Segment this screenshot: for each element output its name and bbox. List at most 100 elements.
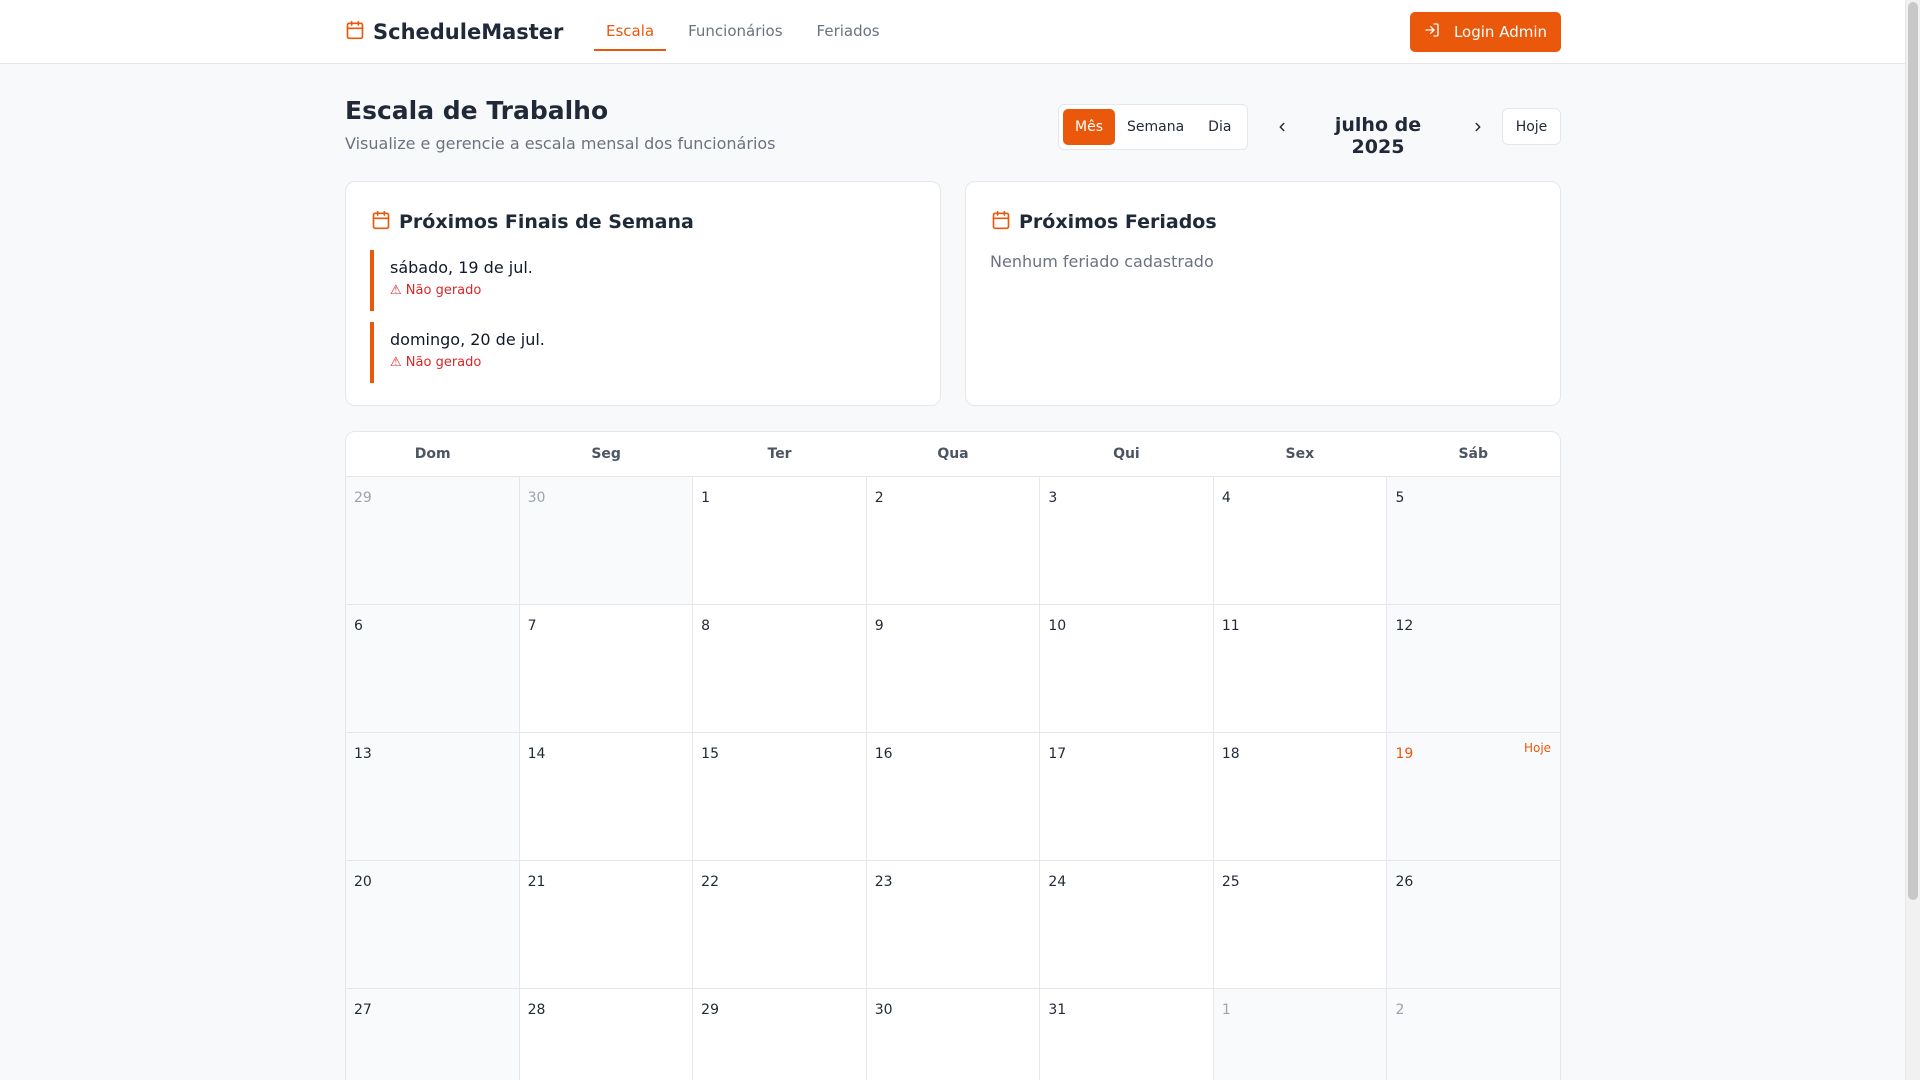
weekday-header: Ter	[767, 446, 792, 462]
day-number: 27	[354, 1002, 372, 1018]
weekend-status: ⚠ Não gerado	[390, 355, 482, 370]
day-number: 8	[701, 618, 711, 634]
day-number: 16	[874, 746, 893, 762]
nav-feriados[interactable]: Feriados	[805, 0, 892, 51]
calendar-week: 13 14 15 16 17 18 19 Hoje	[346, 733, 1560, 861]
calendar-week: 20 21 22 23 24 25 26	[346, 861, 1560, 989]
weekday-header: Sex	[1285, 446, 1315, 462]
calendar-day-today[interactable]: 19 Hoje	[1387, 733, 1560, 860]
today-button[interactable]: Hoje	[1502, 108, 1561, 145]
calendar-day[interactable]: 29	[693, 989, 867, 1080]
calendar-day[interactable]: 15	[693, 733, 867, 860]
day-number: 21	[527, 874, 546, 890]
calendar-day[interactable]: 6	[346, 605, 520, 732]
day-number: 22	[701, 874, 719, 890]
brand-name: ScheduleMaster	[373, 20, 564, 44]
month-calendar: Dom Seg Ter Qua Qui Sex Sáb 29 30 1 2 3 …	[345, 431, 1561, 1080]
calendar-day[interactable]: 20	[346, 861, 520, 988]
nav-escala[interactable]: Escala	[594, 0, 667, 51]
calendar-day[interactable]: 12	[1387, 605, 1560, 732]
calendar-day[interactable]: 9	[866, 605, 1041, 732]
top-navbar: ScheduleMaster Escala Funcionários Feria…	[0, 0, 1905, 64]
calendar-day[interactable]: 13	[346, 733, 520, 860]
calendar-icon	[371, 210, 391, 234]
calendar-day[interactable]: 2	[1387, 989, 1560, 1080]
nav-funcionarios[interactable]: Funcionários	[676, 0, 794, 51]
calendar-day[interactable]: 1	[693, 477, 867, 604]
day-number: 1	[701, 490, 711, 506]
main-nav: Escala Funcionários Feriados	[594, 0, 902, 64]
login-admin-label: Login Admin	[1453, 23, 1548, 41]
calendar-day[interactable]: 22	[693, 861, 867, 988]
calendar-day[interactable]: 16	[866, 733, 1041, 860]
card-header: Próximos Feriados	[991, 210, 1217, 234]
calendar-day[interactable]: 17	[1040, 733, 1214, 860]
calendar-day[interactable]: 11	[1213, 605, 1388, 732]
calendar-day[interactable]: 10	[1040, 605, 1214, 732]
day-number: 6	[354, 618, 363, 634]
today-badge: Hoje	[1523, 741, 1552, 755]
calendar-day[interactable]: 27	[346, 989, 520, 1080]
day-number: 9	[874, 618, 884, 634]
calendar-weekday-header: Dom Seg Ter Qua Qui Sex Sáb	[346, 432, 1560, 477]
day-number: 1	[1221, 1002, 1231, 1018]
upcoming-holidays-card: Próximos Feriados Nenhum feriado cadastr…	[965, 181, 1561, 406]
next-month-button[interactable]	[1466, 115, 1490, 139]
day-number: 3	[1048, 490, 1058, 506]
calendar-week: 27 28 29 30 31 1 2	[346, 989, 1560, 1080]
calendar-day[interactable]: 30	[519, 477, 694, 604]
calendar-day[interactable]: 28	[519, 989, 694, 1080]
calendar-day[interactable]: 30	[866, 989, 1041, 1080]
day-number: 19	[1395, 746, 1414, 762]
day-number: 10	[1048, 618, 1067, 634]
day-number: 2	[874, 490, 884, 506]
calendar-day[interactable]: 3	[1040, 477, 1214, 604]
brand[interactable]: ScheduleMaster	[345, 20, 563, 44]
calendar-day[interactable]: 1	[1213, 989, 1388, 1080]
view-month-button[interactable]: Mês	[1063, 109, 1115, 145]
calendar-day[interactable]: 2	[866, 477, 1041, 604]
card-header: Próximos Finais de Semana	[371, 210, 694, 234]
calendar-day[interactable]: 21	[519, 861, 694, 988]
login-admin-button[interactable]: Login Admin	[1410, 12, 1561, 52]
day-number: 24	[1048, 874, 1067, 890]
calendar-day[interactable]: 14	[519, 733, 694, 860]
upcoming-weekends-card: Próximos Finais de Semana sábado, 19 de …	[345, 181, 941, 406]
calendar-day[interactable]: 23	[866, 861, 1041, 988]
calendar-day[interactable]: 8	[693, 605, 867, 732]
calendar-day[interactable]: 26	[1387, 861, 1560, 988]
weekday-header: Qua	[937, 446, 969, 462]
day-number: 12	[1395, 618, 1414, 634]
weekend-item[interactable]: sábado, 19 de jul. ⚠ Não gerado	[370, 250, 910, 311]
day-number: 5	[1395, 490, 1405, 506]
page-scrollbar[interactable]	[1905, 0, 1920, 1080]
day-number: 25	[1221, 874, 1240, 890]
calendar-day[interactable]: 5	[1387, 477, 1560, 604]
day-number: 30	[874, 1002, 893, 1018]
scrollbar-thumb[interactable]	[1908, 2, 1918, 900]
view-toggle: Mês Semana Dia	[1058, 104, 1248, 150]
calendar-day[interactable]: 18	[1213, 733, 1388, 860]
view-day-button[interactable]: Dia	[1196, 109, 1243, 145]
card-title: Próximos Finais de Semana	[399, 211, 694, 233]
empty-holidays-text: Nenhum feriado cadastrado	[990, 252, 1214, 271]
weekday-header: Dom	[414, 446, 451, 462]
day-number: 29	[701, 1002, 719, 1018]
calendar-day[interactable]: 7	[519, 605, 694, 732]
weekday-header: Seg	[591, 446, 621, 462]
day-number: 18	[1221, 746, 1240, 762]
calendar-day[interactable]: 24	[1040, 861, 1214, 988]
weekend-item[interactable]: domingo, 20 de jul. ⚠ Não gerado	[370, 322, 910, 383]
day-number: 14	[527, 746, 546, 762]
calendar-day[interactable]: 31	[1040, 989, 1214, 1080]
weekday-header: Sáb	[1458, 446, 1489, 462]
calendar-day[interactable]: 29	[346, 477, 520, 604]
current-month: julho de 2025	[1334, 114, 1422, 158]
login-icon	[1424, 22, 1440, 42]
chevron-left-icon	[1279, 122, 1285, 132]
prev-month-button[interactable]	[1270, 115, 1294, 139]
page-subtitle: Visualize e gerencie a escala mensal dos…	[345, 134, 776, 153]
view-week-button[interactable]: Semana	[1115, 109, 1196, 145]
calendar-day[interactable]: 4	[1213, 477, 1388, 604]
calendar-day[interactable]: 25	[1213, 861, 1388, 988]
